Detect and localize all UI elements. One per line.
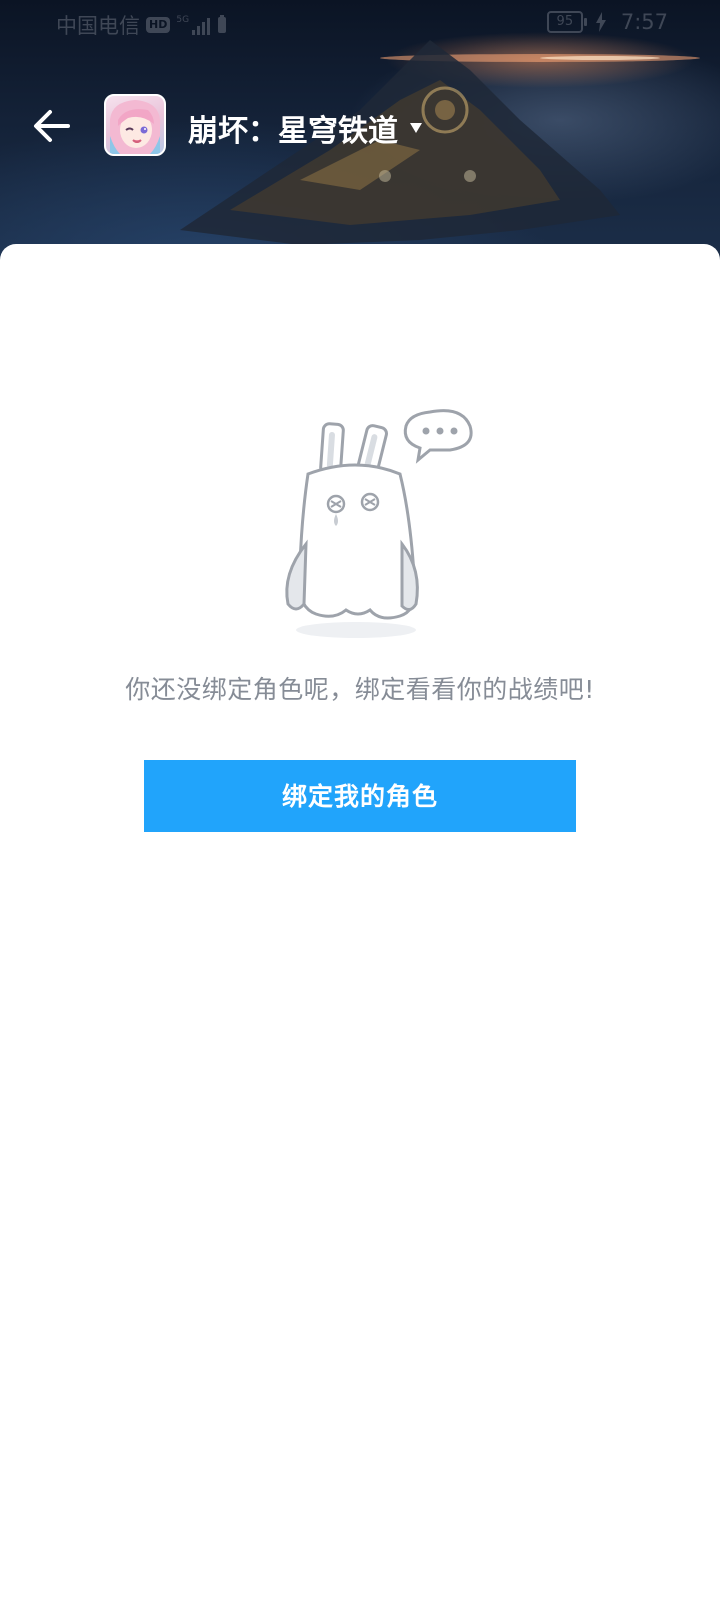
game-title-selector[interactable]: 崩坏：星穹铁道: [188, 106, 422, 150]
game-avatar[interactable]: [104, 94, 166, 156]
back-button[interactable]: [30, 104, 74, 148]
signal-icon: 5G: [176, 15, 211, 35]
empty-state-message: 你还没绑定角色呢，绑定看看你的战绩吧!: [125, 675, 595, 704]
network-type: 5G: [176, 15, 190, 25]
charging-icon: [595, 12, 606, 32]
carrier-name: 中国电信: [56, 14, 140, 38]
arrow-left-icon: [34, 110, 70, 142]
battery-level: 95: [556, 14, 574, 29]
triangle-down-icon: [410, 123, 422, 133]
status-left: 中国电信 HD 5G: [56, 10, 228, 40]
status-bar: 中国电信 HD 5G 95 7:57: [0, 0, 720, 48]
empty-state-mascot-illustration: [285, 409, 473, 638]
clock-time: 7:57: [620, 10, 668, 34]
character-avatar-image: [109, 100, 161, 154]
bind-character-button[interactable]: 绑定我的角色: [144, 760, 576, 832]
content-sheet: 你还没绑定角色呢，绑定看看你的战绩吧! 绑定我的角色: [0, 244, 720, 1600]
battery-icon: 95: [546, 11, 587, 33]
hd-badge: HD: [146, 17, 171, 33]
status-right: 95 7:57: [546, 10, 668, 34]
sim-icon: [218, 15, 227, 33]
game-title-text: 崩坏：星穹铁道: [188, 114, 398, 149]
speech-bubble-icon: [403, 409, 473, 464]
